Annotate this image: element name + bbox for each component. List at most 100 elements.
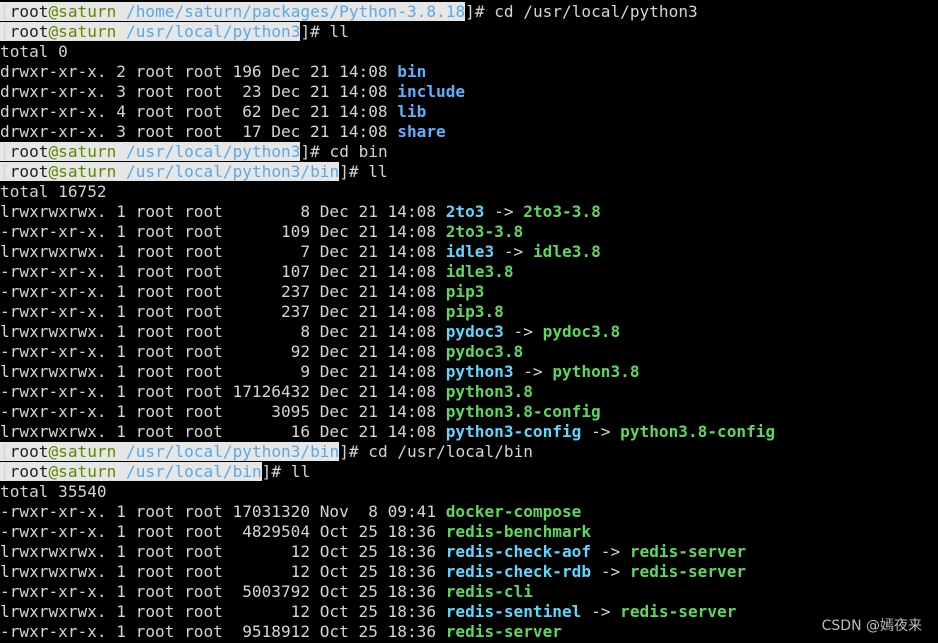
link-target: pydoc3.8 — [542, 322, 621, 341]
link-target: python3.8-config — [620, 422, 776, 441]
prompt-user: root — [9, 162, 49, 181]
prompt-bracket: [ — [0, 22, 10, 41]
output-line: total 35540 — [0, 482, 938, 502]
listing-row: lrwxrwxrwx. 1 root root 9 Dec 21 14:08 p… — [0, 362, 938, 382]
prompt-symbol: ]# — [339, 442, 369, 461]
prompt-path: /usr/local/bin — [126, 462, 262, 481]
file-meta: -rwxr-xr-x. 1 root root 237 Dec 21 14:08 — [0, 302, 446, 321]
link-arrow: -> — [503, 322, 543, 341]
link-target: python3.8 — [552, 362, 640, 381]
file-meta: lrwxrwxrwx. 1 root root 12 Oct 25 18:36 — [0, 562, 446, 581]
prompt-space — [116, 142, 127, 161]
file-name: bin — [397, 62, 427, 81]
prompt-path: /home/saturn/packages/Python-3.8.18 — [126, 2, 466, 21]
listing-row: -rwxr-xr-x. 1 root root 17031320 Nov 8 0… — [0, 502, 938, 522]
prompt-bracket: [ — [0, 162, 10, 181]
link-arrow: -> — [581, 602, 621, 621]
prompt-space — [116, 162, 127, 181]
file-meta: -rwxr-xr-x. 1 root root 4829504 Oct 25 1… — [0, 522, 446, 541]
file-name: pip3.8 — [445, 302, 504, 321]
file-meta: drwxr-xr-x. 3 root root 23 Dec 21 14:08 — [0, 82, 398, 101]
prompt-at: @ — [48, 2, 59, 21]
file-meta: -rwxr-xr-x. 1 root root 237 Dec 21 14:08 — [0, 282, 446, 301]
link-target: redis-server — [629, 542, 747, 561]
prompt-user: root — [9, 2, 49, 21]
file-meta: drwxr-xr-x. 3 root root 17 Dec 21 14:08 — [0, 122, 398, 141]
file-name: pydoc3 — [445, 322, 504, 341]
prompt-line: [root@saturn /usr/local/python3/bin]# cd… — [0, 442, 938, 462]
listing-row: -rwxr-xr-x. 1 root root 4829504 Oct 25 1… — [0, 522, 938, 542]
output-text: total 0 — [0, 42, 68, 61]
file-meta: lrwxrwxrwx. 1 root root 9 Dec 21 14:08 — [0, 362, 446, 381]
prompt-path: /usr/local/python3/bin — [126, 162, 340, 181]
terminal-output: [root@saturn /home/saturn/packages/Pytho… — [0, 2, 938, 642]
listing-row: -rwxr-xr-x. 1 root root 107 Dec 21 14:08… — [0, 262, 938, 282]
prompt-path: /usr/local/python3/bin — [126, 442, 340, 461]
file-name: docker-compose — [445, 502, 582, 521]
file-meta: lrwxrwxrwx. 1 root root 8 Dec 21 14:08 — [0, 202, 446, 221]
prompt-line: [root@saturn /usr/local/python3]# cd bin — [0, 142, 938, 162]
file-name: redis-check-aof — [445, 542, 592, 561]
prompt-at: @ — [48, 142, 59, 161]
prompt-user: root — [9, 442, 49, 461]
prompt-symbol: ]# — [261, 462, 291, 481]
file-name: pip3 — [445, 282, 485, 301]
file-name: python3.8-config — [445, 402, 601, 421]
prompt-line: [root@saturn /usr/local/python3]# ll — [0, 22, 938, 42]
file-meta: -rwxr-xr-x. 1 root root 9518912 Oct 25 1… — [0, 622, 446, 641]
prompt-at: @ — [48, 22, 59, 41]
link-arrow: -> — [484, 202, 524, 221]
file-meta: -rwxr-xr-x. 1 root root 17031320 Nov 8 0… — [0, 502, 446, 521]
link-arrow: -> — [494, 242, 533, 261]
file-meta: -rwxr-xr-x. 1 root root 17126432 Dec 21 … — [0, 382, 446, 401]
listing-row: -rwxr-xr-x. 1 root root 237 Dec 21 14:08… — [0, 282, 938, 302]
file-meta: -rwxr-xr-x. 1 root root 109 Dec 21 14:08 — [0, 222, 446, 241]
listing-row: drwxr-xr-x. 3 root root 17 Dec 21 14:08 … — [0, 122, 938, 142]
prompt-host: saturn — [58, 462, 117, 481]
file-name: 2to3 — [445, 202, 485, 221]
link-target: 2to3-3.8 — [523, 202, 601, 221]
prompt-line: [root@saturn /usr/local/bin]# ll — [0, 462, 938, 482]
watermark: CSDN @嫣夜来 — [821, 618, 922, 634]
listing-row: -rwxr-xr-x. 1 root root 3095 Dec 21 14:0… — [0, 402, 938, 422]
listing-row: -rwxr-xr-x. 1 root root 5003792 Oct 25 1… — [0, 582, 938, 602]
prompt-line: [root@saturn /usr/local/python3/bin]# ll — [0, 162, 938, 182]
file-name: include — [397, 82, 466, 101]
listing-row: drwxr-xr-x. 4 root root 62 Dec 21 14:08 … — [0, 102, 938, 122]
output-line: total 16752 — [0, 182, 938, 202]
file-name: lib — [397, 102, 427, 121]
prompt-space — [116, 2, 127, 21]
file-meta: lrwxrwxrwx. 1 root root 7 Dec 21 14:08 — [0, 242, 446, 261]
output-text: total 16752 — [0, 182, 107, 201]
prompt-host: saturn — [58, 442, 117, 461]
listing-row: lrwxrwxrwx. 1 root root 8 Dec 21 14:08 p… — [0, 322, 938, 342]
file-name: redis-server — [445, 622, 562, 641]
prompt-command: ll — [368, 162, 388, 181]
file-name: python3 — [445, 362, 514, 381]
listing-row: lrwxrwxrwx. 1 root root 12 Oct 25 18:36 … — [0, 542, 938, 562]
file-meta: -rwxr-xr-x. 1 root root 5003792 Oct 25 1… — [0, 582, 446, 601]
prompt-command: cd /usr/local/python3 — [494, 2, 698, 21]
link-arrow: -> — [591, 542, 630, 561]
prompt-symbol: ]# — [300, 22, 330, 41]
terminal-window[interactable]: [root@saturn /home/saturn/packages/Pytho… — [0, 0, 938, 643]
link-arrow: -> — [581, 422, 621, 441]
listing-row: drwxr-xr-x. 2 root root 196 Dec 21 14:08… — [0, 62, 938, 82]
file-name: redis-sentinel — [445, 602, 582, 621]
prompt-command: ll — [290, 462, 311, 481]
link-target: redis-server — [620, 602, 737, 621]
listing-row: lrwxrwxrwx. 1 root root 12 Oct 25 18:36 … — [0, 602, 938, 622]
prompt-path: /usr/local/python3 — [126, 142, 301, 161]
listing-row: -rwxr-xr-x. 1 root root 17126432 Dec 21 … — [0, 382, 938, 402]
prompt-symbol: ]# — [300, 142, 330, 161]
listing-row: -rwxr-xr-x. 1 root root 109 Dec 21 14:08… — [0, 222, 938, 242]
prompt-bracket: [ — [0, 442, 10, 461]
file-meta: lrwxrwxrwx. 1 root root 8 Dec 21 14:08 — [0, 322, 446, 341]
prompt-space — [116, 462, 127, 481]
prompt-host: saturn — [58, 2, 117, 21]
prompt-path: /usr/local/python3 — [126, 22, 301, 41]
output-line: total 0 — [0, 42, 938, 62]
prompt-bracket: [ — [0, 2, 10, 21]
file-name: idle3 — [445, 242, 495, 261]
prompt-command: cd /usr/local/bin — [368, 442, 533, 461]
